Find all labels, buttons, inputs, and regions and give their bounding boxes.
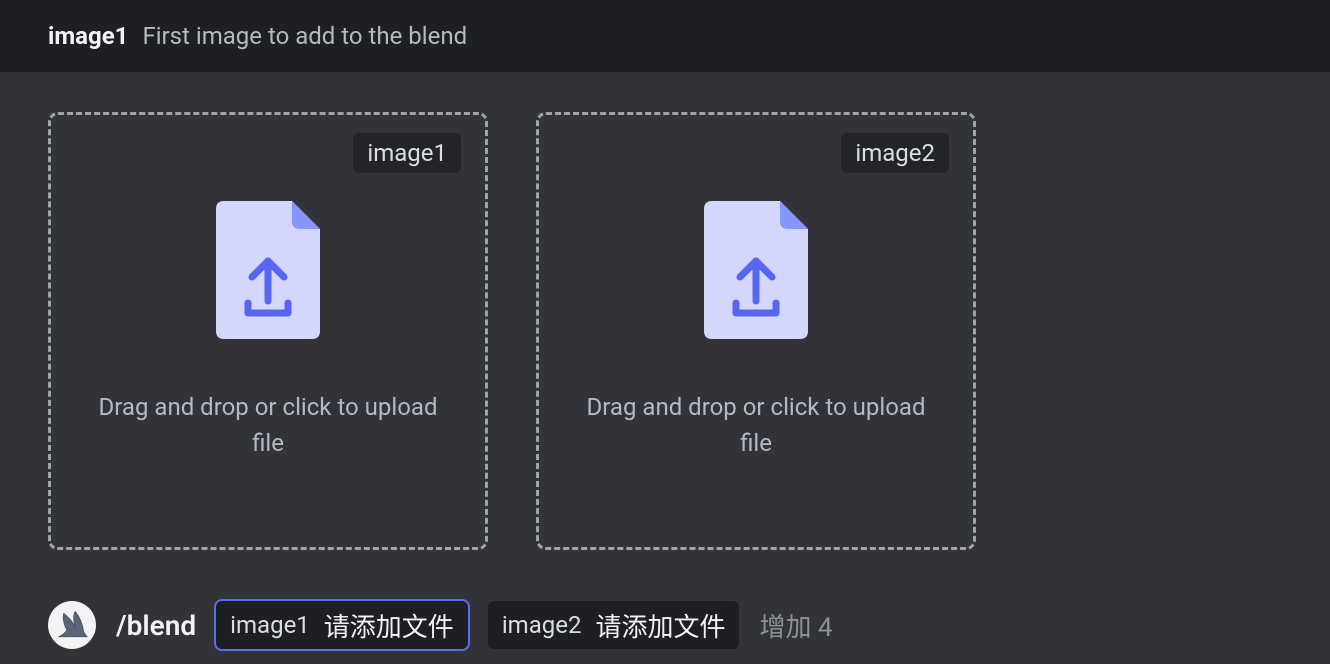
parameter-name: image1 bbox=[48, 22, 128, 50]
dropzone-image1[interactable]: image1 Drag and drop or click to upload … bbox=[48, 112, 488, 550]
dropzone-tag: image1 bbox=[353, 133, 461, 173]
command-name: /blend bbox=[116, 609, 196, 642]
command-input-bar[interactable]: /blend image1 请添加文件 image2 请添加文件 增加 4 bbox=[0, 596, 1330, 654]
param-pill-placeholder: 请添加文件 bbox=[595, 607, 725, 644]
dropzone-row: image1 Drag and drop or click to upload … bbox=[0, 72, 1330, 570]
parameter-header: image1 First image to add to the blend bbox=[0, 0, 1330, 72]
dropzone-prompt: Drag and drop or click to upload file bbox=[539, 389, 973, 461]
dropzone-prompt: Drag and drop or click to upload file bbox=[51, 389, 485, 461]
param-pill-name: image1 bbox=[230, 611, 310, 639]
param-pill-placeholder: 请添加文件 bbox=[324, 607, 454, 644]
add-more-params[interactable]: 增加 4 bbox=[759, 607, 832, 644]
bot-avatar bbox=[48, 601, 96, 649]
file-upload-icon bbox=[704, 201, 808, 339]
file-upload-icon bbox=[216, 201, 320, 339]
param-pill-name: image2 bbox=[502, 611, 582, 639]
midjourney-logo-icon bbox=[52, 605, 92, 645]
dropzone-tag: image2 bbox=[841, 133, 949, 173]
param-pill-image2[interactable]: image2 请添加文件 bbox=[488, 601, 740, 649]
param-pill-image1[interactable]: image1 请添加文件 bbox=[216, 601, 468, 649]
parameter-description: First image to add to the blend bbox=[142, 22, 467, 50]
dropzone-image2[interactable]: image2 Drag and drop or click to upload … bbox=[536, 112, 976, 550]
